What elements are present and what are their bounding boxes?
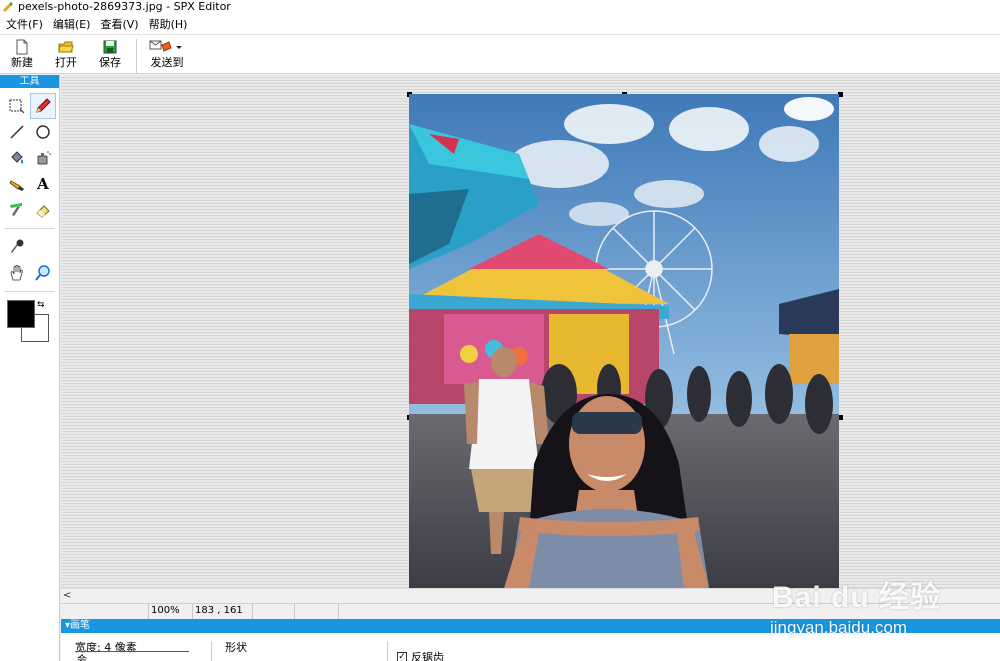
ellipse-icon — [36, 125, 50, 139]
menu-edit[interactable]: 编辑(E) — [49, 16, 97, 32]
menu-view[interactable]: 查看(V) — [96, 16, 144, 32]
canvas-area[interactable] — [61, 75, 1000, 588]
spray-icon — [37, 151, 51, 165]
open-folder-icon — [58, 41, 74, 53]
tools-panel: 工具 A ⇆ — [0, 75, 60, 661]
send-to-button-label: 发送到 — [150, 56, 184, 69]
brush-width-slider[interactable] — [75, 651, 189, 652]
brush-panel-header[interactable]: ▾画笔 — [61, 619, 1000, 633]
text-icon: A — [37, 175, 49, 193]
menu-file[interactable]: 文件(F) — [2, 16, 49, 32]
status-cell-empty-3 — [295, 604, 339, 619]
fill-bucket-tool[interactable] — [4, 145, 30, 171]
empty-slot — [30, 234, 56, 260]
tools-panel-title: 工具 — [0, 75, 59, 88]
hand-tool[interactable] — [4, 260, 30, 286]
send-to-icon — [149, 40, 182, 52]
zoom-tool[interactable] — [30, 260, 56, 286]
horizontal-scrollbar[interactable]: < — [61, 588, 1000, 603]
rect-select-tool[interactable] — [4, 93, 30, 119]
open-button-label: 打开 — [55, 56, 77, 69]
brush-tool[interactable] — [4, 171, 30, 197]
new-button-label: 新建 — [11, 56, 33, 69]
status-cell-empty-2 — [253, 604, 295, 619]
line-tool[interactable] — [4, 119, 30, 145]
app-icon — [3, 2, 13, 12]
window-title: pexels-photo-2869373.jpg - SPX Editor — [18, 0, 231, 13]
save-button-label: 保存 — [99, 56, 121, 69]
save-icon — [103, 40, 117, 54]
brush-panel-separator — [211, 641, 212, 661]
rect-select-icon — [9, 99, 25, 114]
brush-panel-separator-2 — [387, 641, 388, 661]
menu-bar: 文件(F) 编辑(E) 查看(V) 帮助(H) — [0, 14, 1000, 34]
toolbar-separator — [136, 39, 137, 73]
antialias-checkbox[interactable]: ✓ — [397, 652, 407, 661]
new-button[interactable]: 新建 — [0, 39, 44, 71]
title-bar: pexels-photo-2869373.jpg - SPX Editor — [0, 0, 1000, 14]
status-bar: 100% 183 , 161 — [61, 603, 1000, 619]
color-picker-tool[interactable] — [4, 234, 30, 260]
pencil-tool[interactable] — [30, 93, 56, 119]
tools-divider — [4, 228, 55, 229]
eraser-icon — [36, 205, 50, 218]
hand-icon — [10, 264, 23, 281]
brush-shape-label: 形状 — [225, 641, 247, 654]
pencil-icon — [36, 98, 51, 113]
save-button[interactable]: 保存 — [88, 39, 132, 71]
send-to-button[interactable]: 发送到 — [141, 39, 193, 71]
tools-divider-2 — [4, 291, 55, 292]
highlighter-tool[interactable] — [4, 197, 30, 223]
open-button[interactable]: 打开 — [44, 39, 88, 71]
zoom-level: 100% — [149, 604, 193, 619]
antialias-label: 反锯齿 — [411, 651, 444, 661]
eraser-tool[interactable] — [30, 197, 56, 223]
ellipse-tool[interactable] — [30, 119, 56, 145]
text-tool[interactable]: A — [30, 171, 56, 197]
fill-bucket-icon — [11, 151, 23, 164]
color-picker-icon — [11, 239, 24, 253]
menu-help[interactable]: 帮助(H) — [145, 16, 194, 32]
highlighter-icon — [10, 203, 22, 216]
new-file-icon — [16, 39, 28, 55]
status-cell-empty — [61, 604, 149, 619]
photo-content — [409, 94, 839, 588]
brush-extra-label: 会 — [77, 655, 87, 661]
cursor-coords: 183 , 161 — [193, 604, 253, 619]
scroll-left-arrow-icon[interactable]: < — [63, 590, 71, 601]
color-swatches: ⇆ — [6, 297, 59, 345]
zoom-icon — [35, 265, 50, 281]
swap-colors-icon[interactable]: ⇆ — [37, 300, 47, 310]
brush-properties-panel: ▾画笔 宽度: 4 像素 会 形状 ✓ 反锯齿 — [61, 619, 1000, 661]
image-selection[interactable] — [407, 92, 843, 588]
brush-icon — [9, 180, 24, 191]
brush-panel-title: 画笔 — [70, 620, 91, 631]
antialias-option[interactable]: ✓ 反锯齿 — [397, 649, 444, 661]
line-icon — [10, 125, 24, 139]
spray-tool[interactable] — [30, 145, 56, 171]
toolbar: 新建 打开 保存 发送到 — [0, 34, 1000, 74]
foreground-color-swatch[interactable] — [7, 300, 35, 328]
photo-image[interactable] — [409, 94, 839, 588]
